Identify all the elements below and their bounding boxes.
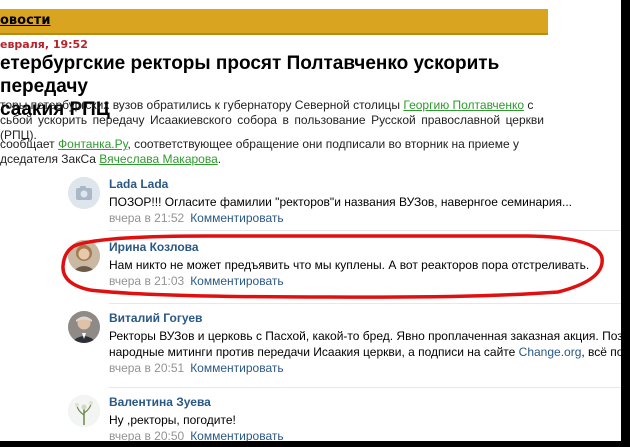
comment-author[interactable]: Виталий Гогуев [109,311,630,326]
comment-separator [109,387,630,388]
comment-author[interactable]: Ирина Козлова [109,240,630,255]
paragraph-text: . [217,152,222,166]
comment-meta: вчера в 21:03 Комментировать [109,274,630,289]
comment-text: Ректоры ВУЗов и церковь с Пасхой, какой-… [109,328,630,360]
avatar[interactable] [68,177,100,209]
avatar[interactable] [68,311,100,343]
comment-time[interactable]: вчера в 21:52 [109,211,184,225]
reply-link[interactable]: Комментировать [190,361,283,375]
article-paragraph-2: сообщает Фонтанка.Ру, соответствующее об… [0,137,544,167]
comment-body: Виталий Гогуев Ректоры ВУЗов и церковь с… [109,311,630,376]
avatar[interactable] [68,240,100,272]
frame-edge-right [621,0,630,447]
paragraph-text: сообщает [0,137,59,151]
change-org-link[interactable]: Change.org [519,345,582,359]
news-section-link[interactable]: овости [0,13,50,28]
fontanka-link[interactable]: Фонтанка.Ру [58,137,127,151]
comment-separator [109,230,630,231]
paragraph-text: с [524,98,534,112]
comment-text-line-1: Ректоры ВУЗов и церковь с Пасхой, какой-… [109,329,630,343]
comment-text: ПОЗОР!!! Огласите фамилии "ректоров"и на… [109,195,573,209]
comment-body: Ирина Козлова Нам никто не может предъяв… [109,240,630,289]
comment-separator [109,303,630,304]
comment-author[interactable]: Валентина Зуева [109,395,630,410]
comment-text-line-2: народные митинги против передачи Исаакия… [109,344,630,360]
article-date: евраля, 19:52 [0,38,88,51]
comment-body: Валентина Зуева Ну ,ректоры, погодите! в… [109,395,630,444]
article-title-line-1: етербургские ректоры просят Полтавченко … [0,53,500,97]
makarov-link[interactable]: Вячеслава Макарова [99,152,217,166]
reply-link[interactable]: Комментировать [190,211,283,225]
news-section-bar: овости [0,9,548,35]
avatar[interactable] [68,395,100,427]
comment-time[interactable]: вчера в 21:03 [109,274,184,288]
paragraph-text: дседателя ЗакСа [0,152,100,166]
comment-author[interactable]: Lada Lada [109,177,630,192]
user-photo [68,240,100,272]
user-photo [68,311,100,343]
comment-text: Ну ,ректоры, погодите! [109,413,236,427]
comment-body: Lada Lada ПОЗОР!!! Огласите фамилии "рек… [109,177,630,226]
flower-photo [68,395,100,427]
comment-meta: вчера в 21:52 Комментировать [109,211,630,226]
camera-icon [68,177,100,209]
reply-link[interactable]: Комментировать [190,274,283,288]
comment-meta: вчера в 20:51 Комментировать [109,361,630,376]
comment-text-fragment: народные митинги против передачи Исаакия… [109,345,519,359]
comment-time[interactable]: вчера в 20:51 [109,361,184,375]
paragraph-text: , соответствующее обращение они подписал… [127,137,519,151]
frame-edge-bottom [0,441,630,447]
comment-text: Нам никто не может предъявить что мы куп… [109,258,590,272]
paragraph-text: торы петербургских вузов обратились к гу… [0,98,404,112]
poltavchenko-link[interactable]: Георгию Полтавченко [403,98,524,112]
